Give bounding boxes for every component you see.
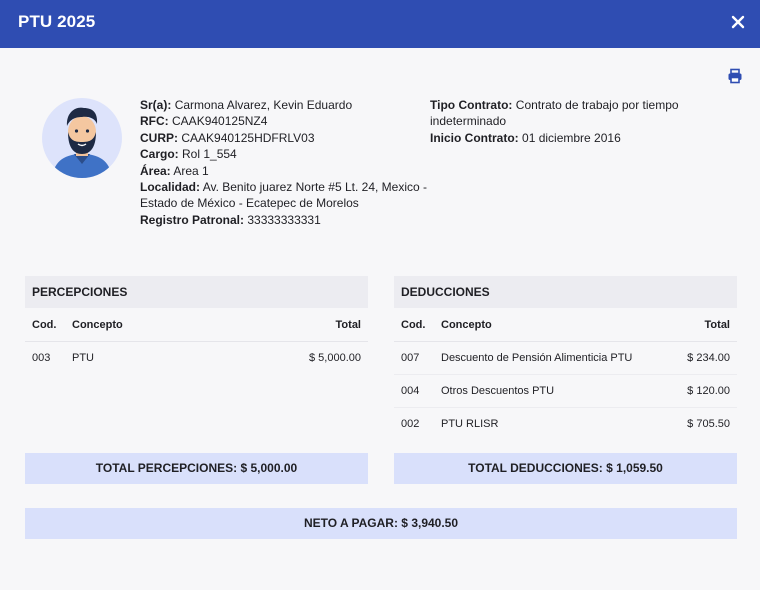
column-header-concepto: Concepto: [71, 308, 210, 342]
contract-info: Tipo Contrato: Contrato de trabajo por t…: [430, 97, 730, 146]
table-row: 003 PTU $ 5,000.00: [25, 342, 368, 375]
printer-icon[interactable]: [727, 68, 743, 84]
employee-area: Área: Area 1: [140, 163, 209, 178]
close-icon[interactable]: [728, 12, 748, 32]
avatar: [42, 98, 122, 178]
row-concepto: PTU: [72, 352, 94, 364]
row-cod: 003: [32, 352, 51, 364]
row-concepto: PTU RLISR: [441, 418, 499, 430]
column-header-total: Total: [675, 308, 737, 342]
employee-localidad: Localidad: Av. Benito juarez Norte #5 Lt…: [140, 180, 428, 211]
table-row: 007 Descuento de Pensión Alimenticia PTU…: [394, 341, 737, 375]
employee-rfc: RFC: CAAK940125NZ4: [140, 114, 268, 129]
deducciones-table: Cod. Concepto Total 007 Descuento de Pen…: [394, 308, 737, 440]
employee-info: Sr(a): Carmona Alvarez, Kevin Eduardo RF…: [140, 97, 430, 228]
row-cod: 004: [394, 374, 440, 408]
percepciones-table: Cod. Concepto Total 003 PTU $ 5,000.00: [25, 308, 368, 374]
row-cod: 002: [401, 418, 420, 430]
employee-curp: CURP: CAAK940125HDFRLV03: [140, 130, 315, 145]
table-row: 002 PTU RLISR $ 705.50: [394, 408, 737, 441]
row-concepto: Descuento de Pensión Alimenticia PTU: [440, 341, 676, 375]
employee-name: Sr(a): Carmona Alvarez, Kevin Eduardo: [140, 98, 353, 112]
total-percepciones: TOTAL PERCEPCIONES: $ 5,000.00: [25, 453, 368, 484]
modal-header: PTU 2025: [0, 0, 760, 48]
row-total: $ 234.00: [675, 341, 737, 375]
modal-title: PTU 2025: [18, 12, 96, 31]
contract-start: Inicio Contrato: 01 diciembre 2016: [430, 130, 621, 145]
row-cod: 007: [394, 341, 440, 375]
employee-registro-patronal: Registro Patronal: 33333333331: [140, 212, 321, 227]
column-header-cod: Cod.: [25, 308, 71, 342]
employee-cargo: Cargo: Rol 1_554: [140, 147, 237, 162]
deducciones-title: DEDUCCIONES: [394, 276, 737, 308]
column-header-cod: Cod.: [394, 308, 440, 342]
deducciones-panel: DEDUCCIONES Cod. Concepto Total 007 Desc…: [394, 276, 737, 440]
percepciones-panel: PERCEPCIONES Cod. Concepto Total 003 PTU…: [25, 276, 368, 374]
total-deducciones: TOTAL DEDUCCIONES: $ 1,059.50: [394, 453, 737, 484]
column-header-total: Total: [209, 308, 368, 342]
percepciones-title: PERCEPCIONES: [25, 276, 368, 308]
column-header-concepto: Concepto: [440, 308, 676, 342]
row-total: $ 705.50: [687, 418, 730, 430]
row-total: $ 120.00: [675, 374, 737, 408]
table-row: 004 Otros Descuentos PTU $ 120.00: [394, 374, 737, 408]
neto-a-pagar: NETO A PAGAR: $ 3,940.50: [25, 508, 737, 539]
contract-type: Tipo Contrato: Contrato de trabajo por t…: [430, 98, 679, 129]
row-total: $ 5,000.00: [309, 352, 361, 364]
row-concepto: Otros Descuentos PTU: [440, 374, 676, 408]
